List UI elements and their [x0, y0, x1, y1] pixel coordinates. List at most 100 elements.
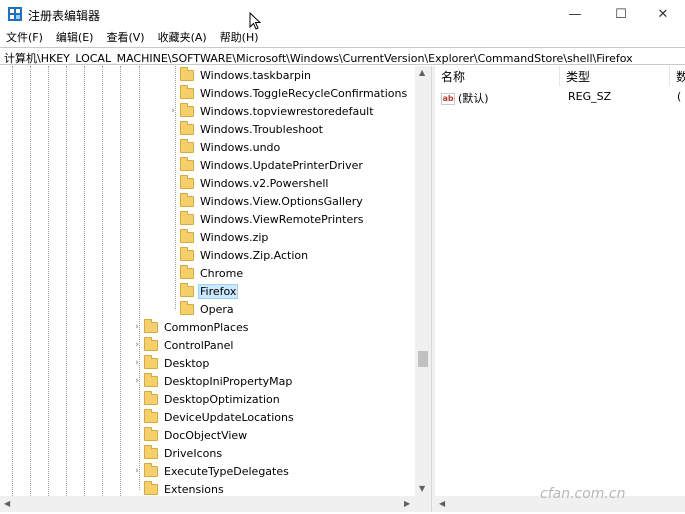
minimize-button[interactable]: —	[552, 0, 598, 28]
key-tree[interactable]: Windows.taskbarpin Windows.ToggleRecycleC…	[0, 66, 431, 496]
folder-icon	[144, 462, 158, 477]
tree-node-deviceupdatelocations[interactable]: DeviceUpdateLocations	[132, 408, 296, 426]
expand-chevron-icon[interactable]: ›	[168, 106, 178, 116]
value-data: (	[677, 90, 682, 103]
scroll-right-icon[interactable]: ▶	[404, 499, 410, 508]
menu-edit[interactable]: 编辑(E)	[50, 28, 101, 46]
maximize-icon: ☐	[615, 6, 627, 22]
tree-node-windows-undo[interactable]: Windows.undo	[168, 138, 282, 156]
tree-node-desktopinipropertymap[interactable]: › DesktopIniPropertyMap	[132, 372, 294, 390]
tree-node-docobjectview[interactable]: DocObjectView	[132, 426, 249, 444]
tree-node-label: Windows.topviewrestoredefault	[200, 104, 374, 118]
tree-node-label: DocObjectView	[164, 428, 248, 442]
folder-icon	[144, 444, 158, 459]
tree-node-label: Windows.zip	[200, 230, 269, 244]
tree-node-windows-zip-action[interactable]: Windows.Zip.Action	[168, 246, 310, 264]
tree-node-label: Windows.taskbarpin	[200, 68, 312, 82]
menu-help[interactable]: 帮助(H)	[214, 28, 266, 46]
folder-icon	[144, 408, 158, 423]
tree-guide-line	[120, 66, 121, 496]
folder-icon	[180, 102, 194, 117]
tree-node-desktop[interactable]: › Desktop	[132, 354, 211, 372]
tree-node-label: ControlPanel	[164, 338, 234, 352]
menu-view[interactable]: 查看(V)	[100, 28, 151, 46]
folder-icon	[180, 120, 194, 135]
tree-node-label: Extensions	[164, 482, 224, 496]
tree-node-driveicons[interactable]: DriveIcons	[132, 444, 224, 462]
tree-node-windows-taskbarpin[interactable]: Windows.taskbarpin	[168, 66, 313, 84]
tree-node-label: Opera	[200, 302, 234, 316]
tree-node-windows-updateprinterdriver[interactable]: Windows.UpdatePrinterDriver	[168, 156, 365, 174]
tree-node-label: Firefox	[198, 283, 239, 299]
tree-guide-line	[102, 66, 103, 496]
folder-icon	[180, 300, 194, 315]
tree-node-windows-zip[interactable]: Windows.zip	[168, 228, 270, 246]
title-bar: 注册表编辑器 — ☐ ✕	[0, 0, 685, 28]
column-header-name[interactable]: 名称	[435, 66, 560, 86]
folder-icon	[180, 66, 194, 81]
tree-node-chrome[interactable]: Chrome	[168, 264, 245, 282]
tree-node-desktopoptimization[interactable]: DesktopOptimization	[132, 390, 282, 408]
scroll-down-icon[interactable]: ▼	[419, 484, 425, 493]
tree-node-windows-topviewrestoredefault[interactable]: › Windows.topviewrestoredefault	[168, 102, 376, 120]
window-title: 注册表编辑器	[28, 9, 101, 23]
tree-node-windows-viewremoteprinters[interactable]: Windows.ViewRemotePrinters	[168, 210, 365, 228]
expand-chevron-icon[interactable]: ›	[132, 466, 142, 476]
folder-icon	[180, 138, 194, 153]
folder-icon	[144, 480, 158, 495]
tree-node-label: Windows.View.OptionsGallery	[200, 194, 363, 208]
tree-node-label: Windows.UpdatePrinterDriver	[200, 158, 363, 172]
tree-node-windows-troubleshoot[interactable]: Windows.Troubleshoot	[168, 120, 325, 138]
tree-guide-line	[48, 66, 49, 496]
expand-chevron-icon[interactable]: ›	[132, 340, 142, 350]
tree-node-commonplaces[interactable]: › CommonPlaces	[132, 318, 251, 336]
tree-node-label: Windows.ViewRemotePrinters	[200, 212, 364, 226]
tree-node-label: Chrome	[200, 266, 244, 280]
address-bar[interactable]: 计算机\HKEY_LOCAL_MACHINE\SOFTWARE\Microsof…	[0, 47, 685, 65]
folder-icon	[144, 390, 158, 405]
string-value-icon: ab	[441, 93, 455, 105]
tree-horizontal-scrollbar[interactable]: ◀ ▶	[0, 496, 431, 512]
folder-icon	[180, 192, 194, 207]
folder-icon	[180, 282, 194, 297]
scroll-left-icon[interactable]: ◀	[4, 499, 10, 508]
folder-icon	[144, 426, 158, 441]
folder-icon	[144, 318, 158, 333]
expand-chevron-icon[interactable]: ›	[132, 358, 142, 368]
tree-node-executetypedelegates[interactable]: › ExecuteTypeDelegates	[132, 462, 291, 480]
value-type: REG_SZ	[568, 90, 612, 103]
folder-icon	[180, 210, 194, 225]
folder-icon	[144, 336, 158, 351]
expand-chevron-icon[interactable]: ›	[132, 376, 142, 386]
tree-guide-line	[30, 66, 31, 496]
scroll-thumb[interactable]	[418, 351, 428, 367]
tree-node-label: Windows.undo	[200, 140, 281, 154]
tree-guide-line	[12, 66, 13, 496]
tree-node-label: DesktopOptimization	[164, 392, 280, 406]
close-button[interactable]: ✕	[640, 0, 685, 28]
column-header-data[interactable]: 数	[670, 66, 685, 86]
menu-favorites[interactable]: 收藏夹(A)	[152, 28, 214, 46]
tree-node-extensions[interactable]: Extensions	[132, 480, 226, 496]
tree-node-windows-v2-powershell[interactable]: Windows.v2.Powershell	[168, 174, 330, 192]
tree-node-opera[interactable]: Opera	[168, 300, 236, 318]
expand-chevron-icon[interactable]: ›	[132, 322, 142, 332]
tree-vertical-scrollbar[interactable]: ▲ ▼	[415, 66, 431, 496]
menu-file[interactable]: 文件(F)	[0, 28, 50, 46]
tree-node-windows-togglerecycleconfirmations[interactable]: Windows.ToggleRecycleConfirmations	[168, 84, 409, 102]
tree-node-controlpanel[interactable]: › ControlPanel	[132, 336, 235, 354]
column-header-type[interactable]: 类型	[560, 66, 670, 86]
folder-icon	[180, 228, 194, 243]
maximize-button[interactable]: ☐	[598, 0, 644, 28]
values-list[interactable]: 名称 类型 数 ab (默认) REG_SZ ( ◀	[435, 66, 685, 512]
watermark: cfan.com.cn	[540, 486, 626, 502]
folder-icon	[180, 174, 194, 189]
value-row[interactable]: ab (默认) REG_SZ (	[435, 88, 685, 106]
menu-bar: 文件(F) 编辑(E) 查看(V) 收藏夹(A) 帮助(H)	[0, 28, 685, 46]
tree-node-firefox[interactable]: Firefox	[168, 282, 239, 300]
tree-node-label: Desktop	[164, 356, 210, 370]
tree-node-windows-view-optionsgallery[interactable]: Windows.View.OptionsGallery	[168, 192, 365, 210]
scroll-up-icon[interactable]: ▲	[419, 68, 425, 77]
scroll-left-icon[interactable]: ◀	[439, 499, 445, 508]
close-icon: ✕	[657, 6, 669, 22]
